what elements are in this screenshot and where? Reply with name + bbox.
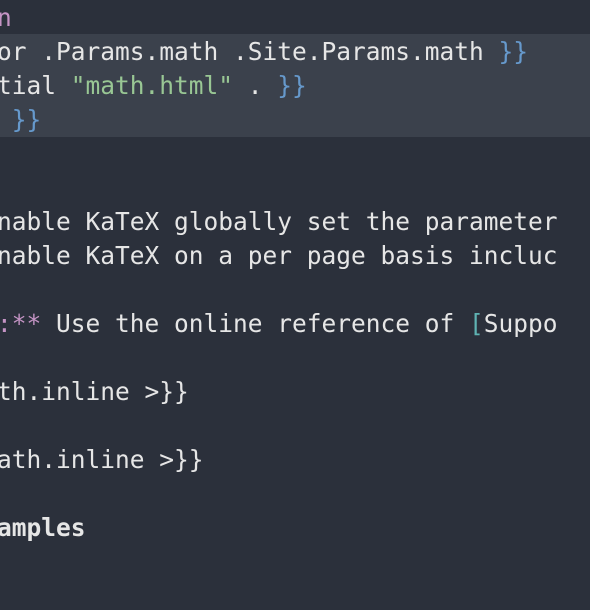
code-token: nable KaTeX on a per page basis incluc bbox=[0, 241, 558, 270]
code-token: nable KaTeX globally set the parameter bbox=[0, 207, 558, 236]
code-line: tial "math.html" . }} bbox=[0, 69, 307, 103]
code-line: nable KaTeX globally set the parameter bbox=[0, 205, 558, 239]
code-editor[interactable]: n or .Params.math .Site.Params.math }} tia… bbox=[0, 0, 590, 610]
code-token: }} bbox=[277, 71, 307, 100]
code-token: th.inline >}} bbox=[0, 377, 189, 406]
code-line: or .Params.math .Site.Params.math }} bbox=[0, 35, 528, 69]
code-token: ath.inline >}} bbox=[0, 445, 204, 474]
code-token: Suppo bbox=[483, 309, 558, 338]
code-token: or .Params.math .Site.Params.math bbox=[0, 37, 499, 66]
code-token: n bbox=[0, 3, 12, 32]
code-line: th.inline >}} bbox=[0, 375, 189, 409]
code-line: nable KaTeX on a per page basis incluc bbox=[0, 239, 558, 273]
code-token: [ bbox=[469, 309, 484, 338]
code-token: "math.html" bbox=[70, 71, 234, 100]
code-token: . bbox=[233, 71, 278, 100]
code-line: ath.inline >}} bbox=[0, 443, 204, 477]
code-line: amples bbox=[0, 511, 86, 545]
code-token: Use the online reference of bbox=[41, 309, 470, 338]
code-token: tial bbox=[0, 71, 71, 100]
code-token: }} bbox=[498, 37, 529, 66]
code-token: amples bbox=[0, 513, 86, 542]
code-line: :** Use the online reference of [Suppo bbox=[0, 307, 558, 341]
code-token: :** bbox=[0, 309, 42, 338]
code-line: n bbox=[0, 1, 12, 35]
code-token: }} bbox=[0, 105, 42, 134]
code-line: }} bbox=[0, 103, 42, 137]
